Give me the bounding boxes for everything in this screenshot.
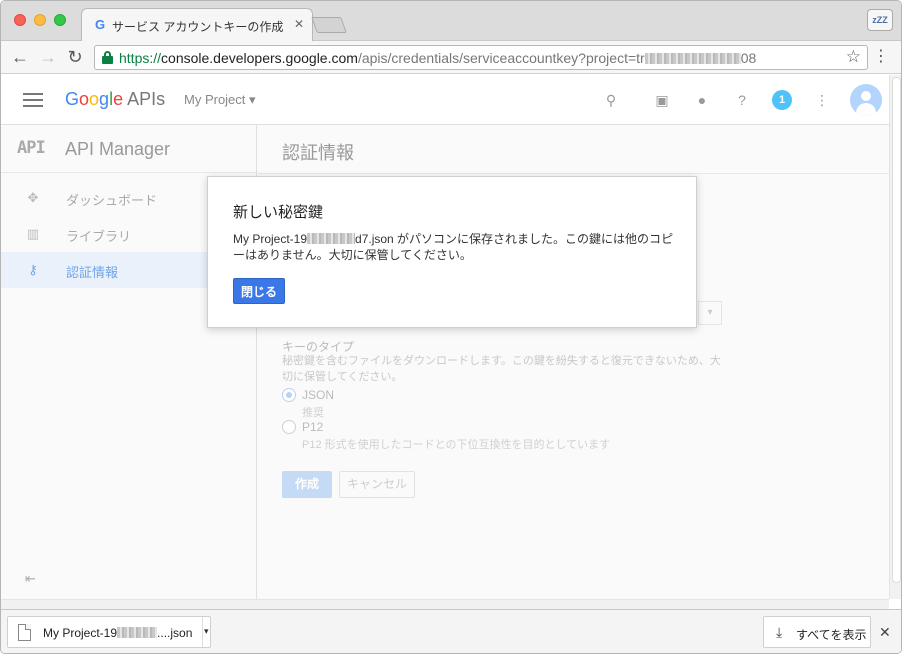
- divider: [258, 173, 889, 174]
- help-icon[interactable]: ?: [733, 91, 751, 109]
- api-logo-icon: API: [17, 138, 46, 158]
- notifications-badge[interactable]: 1: [772, 90, 792, 110]
- p12-label: P12: [302, 420, 324, 434]
- cancel-button[interactable]: キャンセル: [339, 471, 415, 498]
- more-vert-icon[interactable]: ⋮: [813, 91, 831, 109]
- tab-close-icon[interactable]: ✕: [294, 17, 304, 31]
- download-icon: ⤓: [776, 624, 783, 640]
- collapse-sidebar-icon[interactable]: ⇤: [25, 571, 41, 587]
- library-icon: ▥: [26, 226, 40, 241]
- p12-sublabel: P12 形式を使用したコードとの下位互換性を目的としています: [302, 439, 611, 451]
- close-window-button[interactable]: [14, 14, 26, 26]
- page-title: 認証情報: [282, 143, 354, 163]
- download-menu-caret-icon[interactable]: ▾: [204, 626, 209, 637]
- file-icon: [18, 624, 31, 641]
- new-private-key-dialog: 新しい秘密鍵 My Project-19 d7.json がパソコンに保存されまし…: [207, 176, 697, 328]
- tab-title: サービス アカウントキーの作成: [112, 20, 284, 34]
- gift-icon[interactable]: ▣: [653, 91, 671, 109]
- zoom-window-button[interactable]: [54, 14, 66, 26]
- browser-tab[interactable]: G サービス アカウントキーの作成 ✕: [81, 8, 313, 42]
- download-item[interactable]: My Project-19 ....json ▾: [7, 616, 211, 648]
- feedback-icon[interactable]: ●: [693, 91, 711, 109]
- dialog-message: My Project-19 d7.json がパソコンに保存されました。この鍵には…: [233, 232, 674, 262]
- forward-arrow-icon[interactable]: →: [37, 46, 59, 68]
- key-icon: ⚷: [28, 262, 38, 277]
- project-selector[interactable]: My Project ▾: [184, 92, 256, 108]
- sidebar-title: API Manager: [65, 139, 171, 159]
- show-all-downloads-button[interactable]: ⤓ すべてを表示: [763, 616, 871, 648]
- back-arrow-icon[interactable]: ←: [9, 46, 31, 68]
- url-text: https://console.developers.google.com/ap…: [119, 50, 757, 66]
- sidebar-header: API API Manager: [1, 125, 256, 173]
- dashboard-icon: ✥: [27, 190, 39, 205]
- hamburger-menu-icon[interactable]: [23, 93, 43, 107]
- p12-radio[interactable]: [282, 420, 296, 434]
- google-favicon-icon: G: [94, 17, 106, 32]
- avatar[interactable]: [850, 84, 882, 116]
- title-bar: G サービス アカウントキーの作成 ✕ zZZ: [1, 1, 901, 42]
- address-bar[interactable]: https://console.developers.google.com/ap…: [94, 45, 868, 70]
- browser-window: G サービス アカウントキーの作成 ✕ zZZ ← → ↻ https://co…: [0, 0, 902, 654]
- lock-icon: [102, 51, 113, 64]
- search-icon[interactable]: ⚲: [602, 91, 620, 109]
- app-bar: Google APIs My Project ▾ ⚲ ▣ ● ? 1 ⋮: [1, 75, 889, 125]
- dialog-title: 新しい秘密鍵: [233, 204, 324, 221]
- vertical-scrollbar[interactable]: [889, 75, 901, 599]
- download-shelf: My Project-19 ....json ▾ ⤓ すべてを表示 ✕: [1, 609, 901, 653]
- download-filename: My Project-19 ....json: [43, 626, 193, 640]
- minimize-window-button[interactable]: [34, 14, 46, 26]
- google-apis-logo[interactable]: Google APIs: [65, 89, 165, 110]
- key-type-description: 秘密鍵を含むファイルをダウンロードします。この鍵を紛失すると復元できないため、大…: [282, 355, 721, 383]
- json-label: JSON: [302, 388, 335, 402]
- browser-menu-icon[interactable]: ⋮: [873, 47, 889, 67]
- create-button[interactable]: 作成: [282, 471, 332, 498]
- new-tab-button[interactable]: [311, 17, 347, 33]
- horizontal-scrollbar[interactable]: [1, 599, 889, 609]
- sleep-extension-icon[interactable]: zZZ: [867, 9, 893, 31]
- bookmark-star-icon[interactable]: ☆: [846, 47, 861, 67]
- close-shelf-icon[interactable]: ✕: [879, 624, 891, 641]
- json-sublabel: 推奨: [302, 407, 324, 419]
- browser-toolbar: ← → ↻ https://console.developers.google.…: [1, 41, 901, 74]
- json-radio[interactable]: [282, 388, 296, 402]
- page-content: Google APIs My Project ▾ ⚲ ▣ ● ? 1 ⋮ API…: [1, 75, 889, 599]
- close-dialog-button[interactable]: 閉じる: [233, 278, 285, 304]
- reload-icon[interactable]: ↻: [64, 46, 86, 68]
- service-account-dropdown[interactable]: ▾: [698, 301, 722, 325]
